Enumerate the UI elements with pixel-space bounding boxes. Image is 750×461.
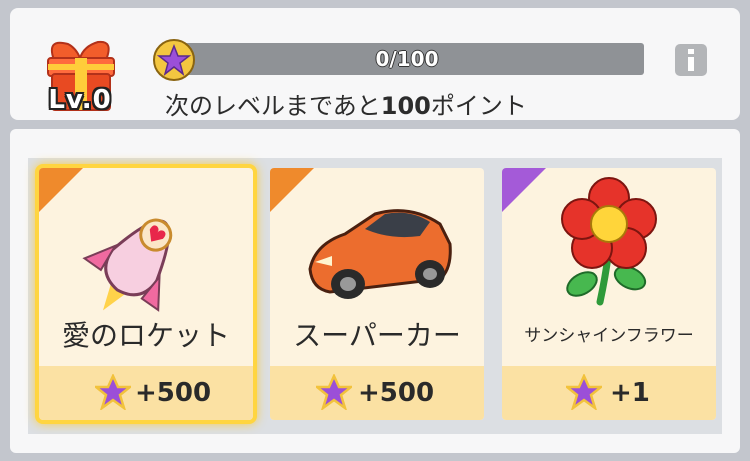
hint-prefix: 次のレベルまであと [165,92,381,120]
reward-cost-bar: +1 [502,366,716,420]
star-icon [153,39,195,81]
star-icon [95,374,131,410]
reward-name: スーパーカー [293,319,461,352]
reward-card-super-car[interactable]: スーパーカー +500 [270,168,484,420]
flower-icon [561,177,657,306]
reward-cost: +500 [358,378,435,408]
sports-car-icon [308,209,452,299]
level-progress-bar: 0/100 [170,43,644,75]
reward-name: 愛のロケット [61,319,230,352]
hint-suffix: ポイント [430,92,527,120]
reward-cost: +500 [135,378,212,408]
reward-card-sunshine-flower[interactable]: サンシャインフラワー +1 [502,168,716,420]
reward-cost: +1 [610,378,650,408]
star-icon [316,374,352,410]
reward-card-love-rocket[interactable]: 愛のロケット +500 [35,164,257,424]
hint-points: 100 [380,92,431,120]
level-label: Lv.0 [48,85,112,115]
reward-name: サンシャインフラワー [524,326,694,346]
info-button[interactable] [675,44,707,76]
rocket-icon [82,218,173,312]
reward-cost-bar: +500 [39,366,253,420]
reward-cost-bar: +500 [270,366,484,420]
info-icon [688,49,694,71]
star-icon [566,374,602,410]
progress-text: 0/100 [375,47,439,71]
next-level-hint: 次のレベルまであと100ポイント [165,86,527,121]
